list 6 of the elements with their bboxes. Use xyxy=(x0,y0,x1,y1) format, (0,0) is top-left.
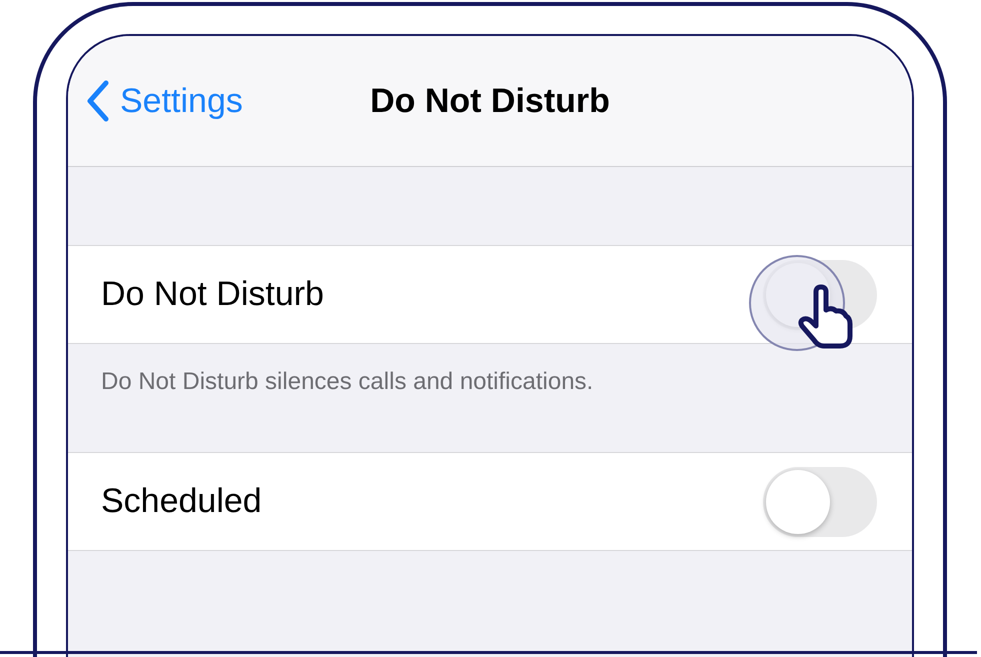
footer-note: Do Not Disturb silences calls and notifications. xyxy=(101,368,594,395)
row-label: Scheduled xyxy=(101,481,262,522)
back-button[interactable]: Settings xyxy=(68,74,249,128)
screen-title: Do Not Disturb xyxy=(370,80,610,122)
row-label: Do Not Disturb xyxy=(101,274,324,315)
back-chevron-icon xyxy=(86,80,110,122)
